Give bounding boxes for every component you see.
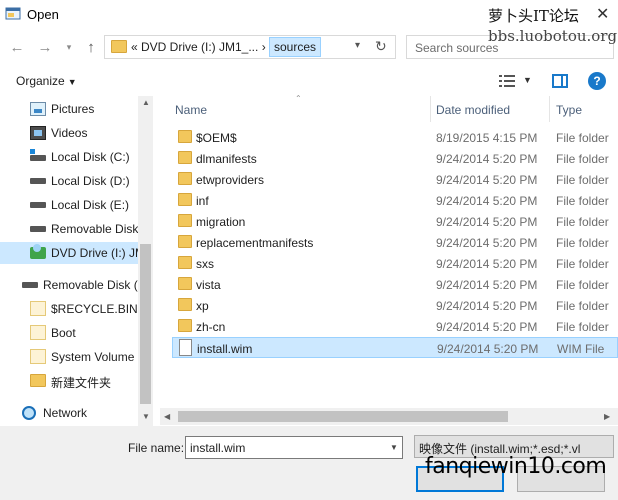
nav-item-recycle-bin[interactable]: $RECYCLE.BIN (0, 298, 140, 320)
folder-icon (30, 349, 46, 364)
nav-item-videos[interactable]: Videos (0, 122, 140, 144)
scroll-down-arrow-icon[interactable]: ▼ (142, 412, 150, 421)
help-icon[interactable]: ? (588, 72, 606, 90)
file-row[interactable]: sxs 9/24/2014 5:20 PM File folder (172, 253, 618, 274)
nav-item-removable-disk-f[interactable]: Removable Disk (F (0, 274, 140, 296)
file-row[interactable]: xp 9/24/2014 5:20 PM File folder (172, 295, 618, 316)
horizontal-scrollbar-thumb[interactable] (178, 411, 508, 422)
preview-pane-icon[interactable] (552, 74, 568, 88)
file-row[interactable]: $OEM$ 8/19/2015 4:15 PM File folder (172, 127, 618, 148)
scroll-left-arrow-icon[interactable]: ◀ (164, 412, 170, 421)
videos-icon (30, 126, 46, 140)
folder-icon (178, 130, 192, 143)
folder-icon (178, 151, 192, 164)
nav-scrollbar-thumb[interactable] (140, 244, 151, 404)
folder-icon (178, 298, 192, 311)
file-list-header: Name Date modified Type (168, 96, 618, 122)
file-name-dropdown-chevron-icon[interactable]: ▼ (390, 443, 398, 452)
folder-icon (178, 193, 192, 206)
view-dropdown-chevron-icon[interactable]: ▼ (523, 75, 532, 85)
nav-item-local-disk-c[interactable]: Local Disk (C:) (0, 146, 140, 168)
file-name-label: File name: (128, 441, 185, 455)
folder-icon (178, 277, 192, 290)
pictures-icon (30, 102, 46, 116)
disk-icon (30, 202, 46, 208)
windows-disk-icon (30, 149, 46, 161)
view-options-icon[interactable] (499, 74, 515, 88)
window-title: Open (27, 7, 59, 22)
nav-item-dvd-drive[interactable]: DVD Drive (I:) JM (0, 242, 140, 264)
folder-icon (178, 172, 192, 185)
watermark-forum-url: bbs.luobotou.org (488, 27, 618, 45)
scroll-up-arrow-icon[interactable]: ▲ (142, 98, 150, 107)
file-row[interactable]: migration 9/24/2014 5:20 PM File folder (172, 211, 618, 232)
folder-icon (178, 235, 192, 248)
dvd-icon (30, 244, 46, 259)
address-dropdown-chevron-icon[interactable]: ▾ (355, 40, 360, 51)
file-row-selected[interactable]: install.wim 9/24/2014 5:20 PM WIM File (172, 337, 618, 358)
open-dialog-icon (5, 7, 21, 20)
watermark-forum-name: 萝卜头IT论坛 (488, 7, 579, 25)
chevron-down-icon: ▼ (67, 77, 77, 87)
nav-item-pictures[interactable]: Pictures (0, 98, 140, 120)
disk-icon (30, 226, 46, 232)
file-row[interactable]: replacementmanifests 9/24/2014 5:20 PM F… (172, 232, 618, 253)
column-header-date[interactable]: Date modified (436, 103, 510, 117)
column-divider[interactable] (430, 96, 431, 122)
nav-item-local-disk-e[interactable]: Local Disk (E:) (0, 194, 140, 216)
file-row[interactable]: zh-cn 9/24/2014 5:20 PM File folder (172, 316, 618, 337)
folder-icon (178, 319, 192, 332)
organize-button[interactable]: Organize ▼ (16, 74, 77, 88)
file-icon (179, 339, 192, 356)
nav-item-new-folder[interactable]: 新建文件夹 (0, 370, 140, 392)
navigation-pane: Pictures Videos Local Disk (C:) Local Di… (0, 96, 152, 426)
search-input[interactable]: Search sources (415, 41, 498, 55)
nav-item-removable-disk[interactable]: Removable Disk (0, 218, 140, 240)
folder-icon (178, 256, 192, 269)
address-bar[interactable]: « DVD Drive (I:) JM1_... › sources ▾ ↻ (104, 35, 396, 59)
file-list-horizontal-scrollbar[interactable]: ◀ ▶ (160, 408, 618, 425)
folder-icon (111, 40, 127, 53)
folder-icon (30, 374, 46, 387)
command-toolbar: Organize ▼ ▼ ? (0, 66, 618, 96)
file-row[interactable]: inf 9/24/2014 5:20 PM File folder (172, 190, 618, 211)
file-row[interactable]: etwproviders 9/24/2014 5:20 PM File fold… (172, 169, 618, 190)
column-header-type[interactable]: Type (556, 103, 582, 117)
forward-arrow-icon[interactable]: → (34, 36, 56, 58)
title-bar: Open 萝卜头IT论坛 ✕ (0, 0, 618, 30)
nav-pane-scrollbar[interactable]: ▲ ▼ (138, 96, 153, 426)
network-icon (22, 406, 36, 420)
disk-icon (22, 282, 38, 288)
file-name-field[interactable]: install.wim ▼ (185, 436, 403, 459)
refresh-icon[interactable]: ↻ (375, 38, 387, 55)
nav-item-system-volume[interactable]: System Volume I (0, 346, 140, 368)
disk-icon (30, 178, 46, 184)
folder-icon (30, 301, 46, 316)
address-breadcrumb[interactable]: « DVD Drive (I:) JM1_... › (131, 40, 266, 54)
folder-icon (178, 214, 192, 227)
breadcrumb-current-folder[interactable]: sources (269, 37, 322, 57)
folder-icon (30, 325, 46, 340)
nav-item-network[interactable]: Network (0, 402, 140, 424)
nav-item-boot[interactable]: Boot (0, 322, 140, 344)
watermark-site-name: fanqiewin10.com (425, 454, 607, 479)
recent-locations-chevron-icon[interactable]: ▾ (58, 36, 80, 58)
up-arrow-icon[interactable]: ↑ (80, 36, 102, 58)
column-header-name[interactable]: Name (175, 103, 207, 117)
scroll-right-arrow-icon[interactable]: ▶ (604, 412, 610, 421)
nav-item-local-disk-d[interactable]: Local Disk (D:) (0, 170, 140, 192)
file-row[interactable]: dlmanifests 9/24/2014 5:20 PM File folde… (172, 148, 618, 169)
close-icon[interactable]: ✕ (596, 4, 609, 24)
file-row[interactable]: vista 9/24/2014 5:20 PM File folder (172, 274, 618, 295)
back-arrow-icon[interactable]: ← (6, 36, 28, 58)
file-name-value[interactable]: install.wim (190, 441, 245, 455)
column-divider[interactable] (549, 96, 550, 122)
